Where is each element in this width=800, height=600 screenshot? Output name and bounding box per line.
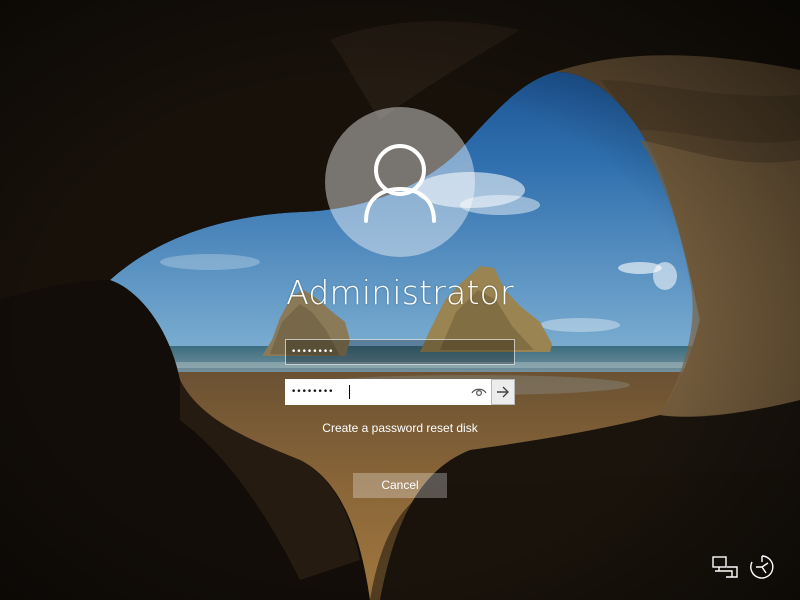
arrow-right-icon bbox=[497, 386, 509, 398]
ease-of-access-icon[interactable] bbox=[748, 553, 776, 581]
password-mask: •••••••• bbox=[291, 387, 334, 397]
username-label: Administrator bbox=[286, 273, 514, 312]
user-avatar bbox=[325, 107, 475, 257]
text-caret bbox=[349, 385, 350, 399]
old-password-mask: •••••••• bbox=[291, 347, 334, 357]
cancel-button[interactable]: Cancel bbox=[353, 473, 447, 498]
submit-button[interactable] bbox=[491, 379, 515, 405]
password-field[interactable]: •••••••• bbox=[285, 379, 515, 405]
user-silhouette-icon bbox=[364, 144, 436, 223]
eye-icon[interactable] bbox=[469, 380, 489, 404]
network-icon[interactable] bbox=[710, 553, 738, 581]
old-password-field[interactable]: •••••••• bbox=[285, 339, 515, 365]
lock-screen: Administrator •••••••• •••••••• Create a… bbox=[0, 0, 800, 600]
create-password-reset-disk-link[interactable]: Create a password reset disk bbox=[250, 419, 550, 437]
